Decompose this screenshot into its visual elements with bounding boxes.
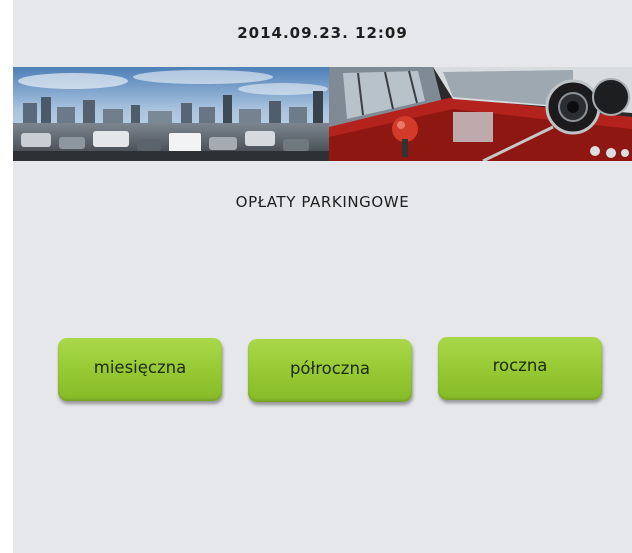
yearly-fee-button[interactable]: roczna [438,337,602,400]
header-banner [13,67,632,161]
half-year-fee-button[interactable]: półroczna [248,339,412,402]
page-title: OPŁATY PARKINGOWE [235,193,410,211]
parking-kiosk-screen: 2014.09.23. 12:09 OPŁATY PARKINGOWE mies… [13,0,632,553]
datetime-display: 2014.09.23. 12:09 [237,24,408,42]
city-traffic-photo [13,67,329,161]
red-car-dashboard-photo [329,67,632,161]
monthly-fee-button[interactable]: miesięczna [58,338,222,401]
